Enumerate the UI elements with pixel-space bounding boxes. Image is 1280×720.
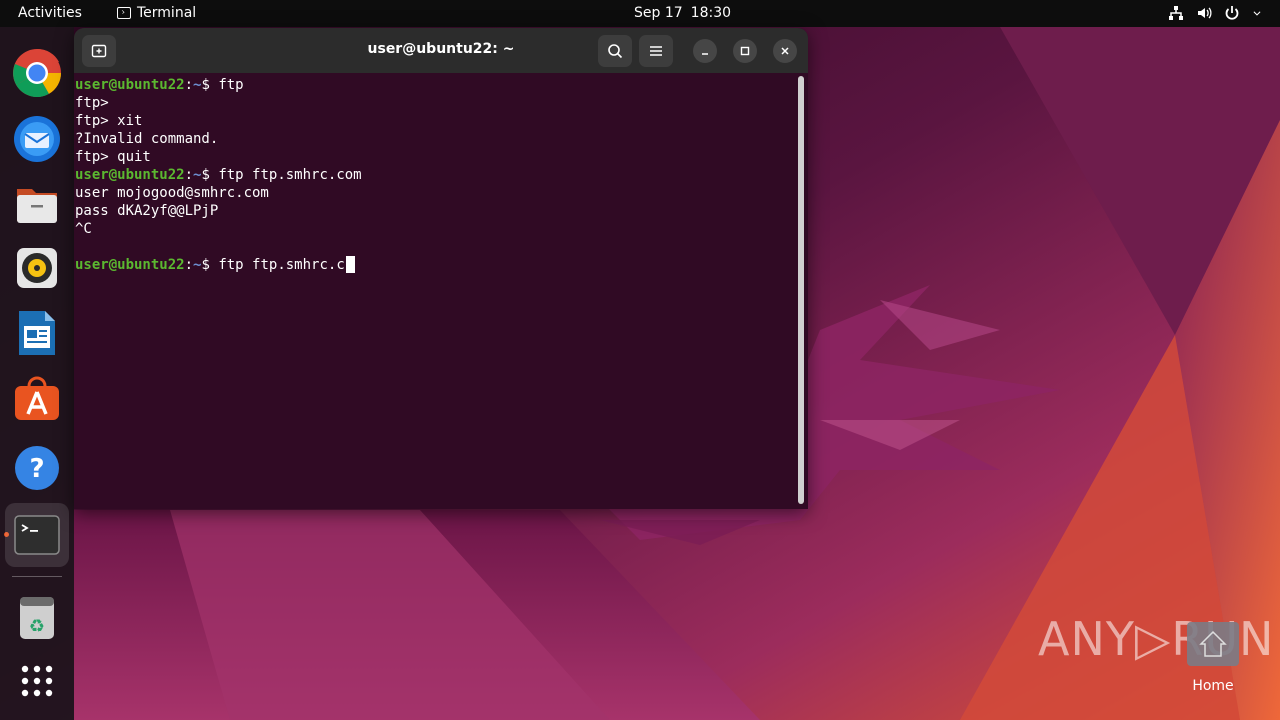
- prompt-separator: :: [184, 257, 194, 273]
- menu-button[interactable]: [639, 35, 673, 67]
- svg-text:?: ?: [29, 454, 44, 484]
- clock-date: Sep 17: [634, 5, 683, 21]
- maximize-button[interactable]: [733, 39, 757, 63]
- show-apps-icon: [21, 665, 53, 697]
- terminal-output[interactable]: user@ubuntu22:~$ ftp ftp> ftp> xit ?Invalid…: [75, 76, 795, 274]
- prompt-dollar: $: [201, 257, 219, 273]
- prompt-user: user@ubuntu22: [75, 77, 185, 93]
- terminal-window[interactable]: user@ubuntu22: ~ user@ubuntu22:~$ ftp ftp…: [74, 28, 808, 509]
- prompt-user: user@ubuntu22: [75, 257, 185, 273]
- terminal-output-line: ftp> xit: [75, 113, 143, 129]
- chrome-icon: [13, 48, 62, 98]
- terminal-prompt-line: user@ubuntu22:~$ ftp ftp.smhrc.com: [75, 166, 795, 184]
- writer-launcher[interactable]: [11, 307, 63, 359]
- terminal-icon: [117, 7, 131, 19]
- prompt-dollar: $: [201, 167, 219, 183]
- terminal-output-line: pass dKA2yf@@LPjP: [75, 203, 219, 219]
- files-launcher[interactable]: [11, 177, 63, 229]
- terminal-headerbar[interactable]: user@ubuntu22: ~: [74, 28, 808, 73]
- show-apps-button[interactable]: [11, 655, 63, 707]
- top-bar: Activities Terminal Sep 17 18:30: [0, 0, 1280, 27]
- terminal-output-line: ^C: [75, 221, 92, 237]
- help-icon: ?: [15, 446, 59, 490]
- app-center-icon: [15, 376, 59, 420]
- minimize-button[interactable]: [693, 39, 717, 63]
- writer-icon: [19, 311, 55, 355]
- command-text: ftp ftp.smhrc.c: [218, 257, 345, 273]
- dock-separator: [12, 576, 62, 577]
- search-button[interactable]: [598, 35, 632, 67]
- terminal-prompt-line: user@ubuntu22:~$ ftp ftp.smhrc.c: [75, 256, 795, 274]
- thunderbird-icon: [14, 116, 60, 162]
- terminal-launcher[interactable]: [5, 503, 69, 567]
- close-icon: [781, 47, 789, 55]
- terminal-prompt-line: user@ubuntu22:~$ ftp: [75, 76, 795, 94]
- trash-launcher[interactable]: ♻: [11, 592, 63, 644]
- prompt-dollar: $: [201, 77, 219, 93]
- terminal-icon: [14, 515, 60, 555]
- power-icon: [1225, 6, 1239, 20]
- rhythmbox-icon: [17, 248, 57, 288]
- terminal-output-line: user mojogood@smhrc.com: [75, 185, 269, 201]
- help-launcher[interactable]: ?: [11, 442, 63, 494]
- dock: ? ♻: [0, 27, 74, 720]
- files-icon: [17, 189, 57, 223]
- close-button[interactable]: [773, 39, 797, 63]
- svg-text:♻: ♻: [29, 616, 45, 637]
- terminal-output-line: ftp>: [75, 95, 109, 111]
- minimize-icon: [702, 53, 708, 55]
- search-icon: [608, 44, 623, 59]
- app-name: Terminal: [137, 5, 197, 21]
- prompt-user: user@ubuntu22: [75, 167, 185, 183]
- command-text: ftp: [218, 77, 244, 93]
- home-folder-icon[interactable]: [1185, 618, 1241, 668]
- clock-time: 18:30: [690, 5, 732, 21]
- app-center-launcher[interactable]: [11, 372, 63, 424]
- prompt-separator: :: [184, 167, 194, 183]
- terminal-output-line: ftp> quit: [75, 149, 151, 165]
- trash-icon: ♻: [20, 597, 54, 639]
- prompt-separator: :: [184, 77, 194, 93]
- activities-button[interactable]: Activities: [18, 5, 82, 21]
- terminal-output-line: ?Invalid command.: [75, 131, 219, 147]
- system-tray[interactable]: [1168, 5, 1262, 21]
- command-text: ftp ftp.smhrc.com: [218, 167, 362, 183]
- scrollbar[interactable]: [798, 76, 804, 504]
- hamburger-menu-icon: [650, 46, 662, 56]
- text-cursor: [345, 256, 355, 273]
- rhythmbox-launcher[interactable]: [11, 242, 63, 294]
- app-menu[interactable]: Terminal: [117, 5, 196, 21]
- chevron-down-icon: [1253, 11, 1261, 16]
- volume-icon: [1198, 7, 1212, 19]
- network-icon: [1169, 6, 1183, 20]
- home-folder-label[interactable]: Home: [1180, 678, 1246, 694]
- clock[interactable]: Sep 17 18:30: [634, 5, 731, 21]
- thunderbird-launcher[interactable]: [11, 112, 63, 164]
- chrome-launcher[interactable]: [11, 47, 63, 99]
- maximize-icon: [740, 46, 750, 56]
